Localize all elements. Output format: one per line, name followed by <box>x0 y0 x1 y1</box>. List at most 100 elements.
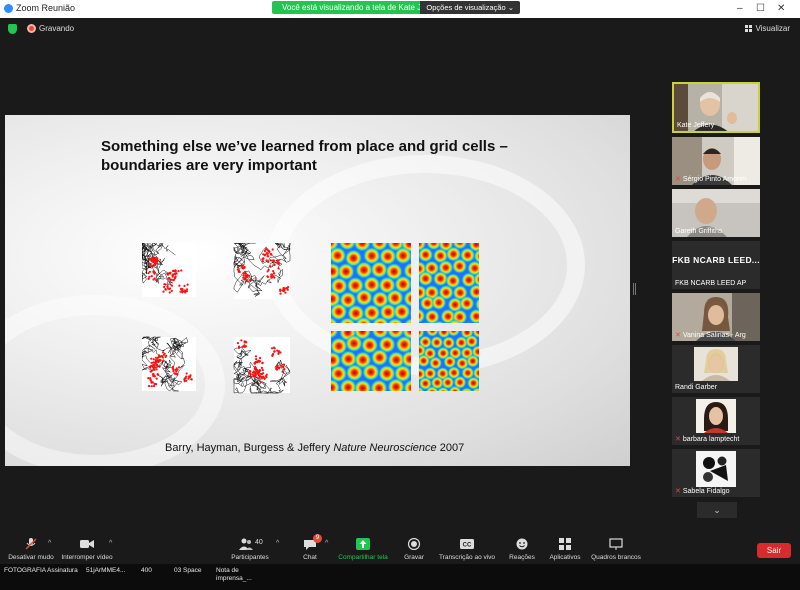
view-label: Visualizar <box>755 24 790 33</box>
video-tile[interactable]: ✕ Vanina Salinas - Arg <box>672 293 760 341</box>
spike-dot <box>277 267 280 270</box>
citation-journal: Nature Neuroscience <box>333 442 437 454</box>
video-camera-icon <box>80 540 94 548</box>
spike-dot <box>176 373 179 376</box>
taskbar-item[interactable]: 400 <box>141 567 152 575</box>
video-tile[interactable]: Kate Jeffery <box>672 82 760 133</box>
spike-dot <box>243 266 246 269</box>
close-window-button[interactable]: ✕ <box>777 3 785 14</box>
chat-label: Chat <box>303 554 317 561</box>
spike-dot <box>169 271 172 274</box>
mute-label: Desativar mudo <box>8 554 54 561</box>
firing-field <box>480 243 483 250</box>
video-tile[interactable]: FKB NCARB LEED... FKB NCARB LEED AP <box>672 241 760 289</box>
spike-dot <box>149 265 152 268</box>
shield-icon[interactable] <box>8 24 17 34</box>
spike-dot <box>257 377 260 380</box>
firing-field <box>481 261 483 276</box>
record-button[interactable]: Gravar <box>400 538 428 561</box>
muted-mic-icon: ✕ <box>675 176 681 183</box>
spike-dot <box>262 372 265 375</box>
panel-resize-handle[interactable] <box>633 283 636 295</box>
video-tile[interactable]: ✕ barbara lamptecht <box>672 397 760 445</box>
leave-meeting-button[interactable]: Sair <box>757 543 791 558</box>
minimize-button[interactable]: – <box>737 3 743 14</box>
spike-dot <box>169 283 172 286</box>
zoom-logo-icon <box>4 4 13 13</box>
spike-dot <box>163 285 166 289</box>
view-options-button[interactable]: Opções de visualização ⌄ <box>420 1 520 14</box>
spike-dot <box>183 284 186 287</box>
firing-field <box>419 270 434 287</box>
spike-dot <box>151 364 154 368</box>
spike-dot <box>162 360 165 363</box>
spike-dot <box>147 272 150 275</box>
chat-button[interactable]: 9 Chat <box>298 534 322 561</box>
spike-dot <box>150 380 153 383</box>
spike-dot <box>185 372 188 375</box>
spike-dot <box>261 368 264 372</box>
chat-options-caret[interactable]: ^ <box>325 540 328 547</box>
spike-dot <box>152 374 155 377</box>
apps-button[interactable]: Aplicativos <box>546 538 584 561</box>
video-tile[interactable]: ✕ Sérgio Pinto Amorim <box>672 137 760 185</box>
spike-dot <box>162 353 166 356</box>
grid-icon <box>745 25 753 32</box>
svg-text:CC: CC <box>463 543 472 549</box>
taskbar-item[interactable]: Assinatura <box>47 567 78 575</box>
firing-field <box>361 393 379 395</box>
taskbar-item[interactable]: 51jArMME4... <box>86 567 125 575</box>
maximize-button[interactable]: ☐ <box>756 3 765 14</box>
view-button[interactable]: Visualizar <box>745 24 790 33</box>
firing-field <box>370 348 389 367</box>
spike-dot <box>155 259 158 262</box>
video-tile[interactable]: Gareth Griffiths <box>672 189 760 237</box>
spike-dot <box>252 374 255 377</box>
live-transcript-button[interactable]: CC Transcrição ao vivo <box>438 538 496 561</box>
spike-dot <box>249 372 252 375</box>
spike-dot <box>155 368 158 371</box>
muted-mic-icon: ✕ <box>675 332 681 339</box>
firing-field <box>399 390 406 391</box>
share-screen-button[interactable]: Compartilhar tela <box>336 538 390 561</box>
spike-dot <box>249 278 253 281</box>
slide-title-line-2: boundaries are very important <box>101 157 317 174</box>
spike-dot <box>260 366 263 369</box>
spike-dot <box>171 269 175 272</box>
spike-dot <box>268 250 271 253</box>
video-options-caret[interactable]: ^ <box>109 540 112 547</box>
spike-dot <box>153 277 156 280</box>
stop-video-label: Interromper vídeo <box>61 554 113 561</box>
smiley-icon <box>516 538 528 550</box>
firing-field <box>411 391 429 395</box>
spike-dot <box>271 248 274 251</box>
spike-dot <box>267 255 270 258</box>
recording-label: Gravando <box>39 24 75 33</box>
video-tile[interactable]: Randi Garber <box>672 345 760 393</box>
spike-dot <box>244 345 247 348</box>
participants-icon <box>239 538 253 550</box>
spike-dot <box>155 279 158 282</box>
spike-dot <box>155 377 158 380</box>
taskbar-item[interactable]: Nota de imprensa_... <box>216 567 252 583</box>
apps-label: Aplicativos <box>549 554 581 561</box>
mute-options-caret[interactable]: ^ <box>48 540 51 547</box>
participants-options-caret[interactable]: ^ <box>276 540 279 547</box>
stop-video-button[interactable]: Interromper vídeo <box>60 538 114 561</box>
spike-dot <box>277 263 280 266</box>
chevron-down-icon[interactable]: ⌄ <box>697 502 737 518</box>
taskbar-item[interactable]: 03 Space <box>174 567 201 575</box>
reactions-button[interactable]: Reações <box>508 538 536 561</box>
participant-name: Kate Jeffery <box>677 122 715 129</box>
video-tile[interactable]: ✕ Sabela Fidalgo <box>672 449 760 497</box>
window-title: Zoom Reunião <box>16 3 76 13</box>
spike-dot <box>236 268 239 271</box>
participants-button[interactable]: 40 Participantes <box>230 538 270 561</box>
title-bar: Zoom Reunião Você está visualizando a te… <box>0 0 800 18</box>
spike-dot <box>187 377 190 380</box>
taskbar-item[interactable]: FOTOGRAFIA <box>4 567 46 575</box>
spike-dot <box>176 368 179 371</box>
whiteboard-icon <box>609 538 623 550</box>
firing-field <box>394 246 411 265</box>
whiteboards-button[interactable]: Quadros brancos <box>590 538 642 561</box>
